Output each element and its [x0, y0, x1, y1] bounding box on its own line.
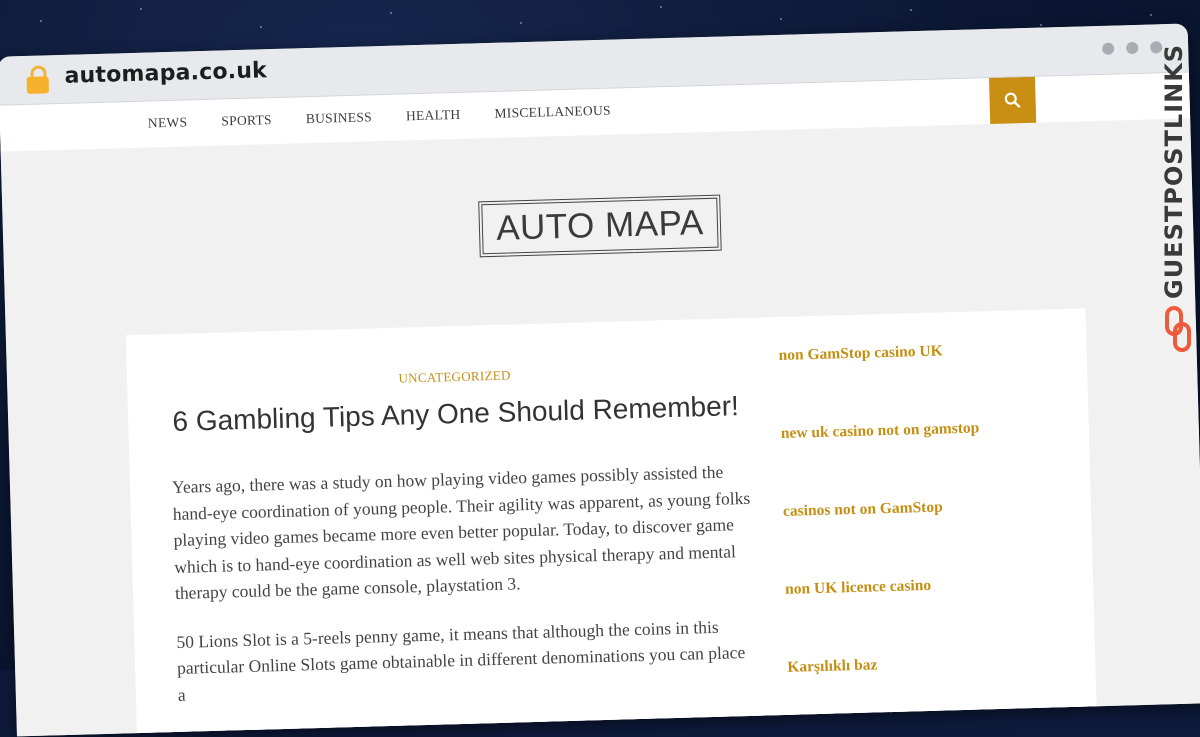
address-bar-url[interactable]: automapa.co.uk: [64, 58, 267, 89]
post-paragraph: Years ago, there was a study on how play…: [171, 461, 751, 603]
window-controls: [1102, 41, 1163, 55]
guestpostlinks-logo-icon: [1165, 306, 1191, 352]
nav-item-health[interactable]: HEALTH: [406, 107, 461, 125]
sidebar-links: non GamStop casino UK new uk casino not …: [778, 339, 1079, 737]
page-viewport: NEWS SPORTS BUSINESS HEALTH MISCELLANEOU…: [0, 71, 1200, 737]
post-title[interactable]: 6 Gambling Tips Any One Should Remember!: [128, 389, 784, 439]
sidebar-link[interactable]: non UK licence casino: [785, 573, 1077, 659]
search-button[interactable]: [988, 76, 1037, 125]
post-category[interactable]: UNCATEGORIZED: [127, 360, 782, 394]
window-dot-icon[interactable]: [1126, 41, 1139, 55]
screenshot-scene: automapa.co.uk NEWS SPORTS BUSINESS HEAL…: [0, 0, 1200, 737]
guestpostlinks-watermark: GUESTPOSTLINKS: [1160, 44, 1198, 355]
watermark-text: GUESTPOSTLINKS: [1160, 43, 1188, 299]
site-logo-text: AUTO MAPA: [495, 203, 705, 248]
site-logo[interactable]: AUTO MAPA: [478, 194, 722, 258]
browser-window: automapa.co.uk NEWS SPORTS BUSINESS HEAL…: [0, 23, 1200, 737]
nav-item-sports[interactable]: SPORTS: [221, 112, 272, 129]
window-dot-icon[interactable]: [1102, 42, 1115, 55]
search-icon: [1004, 92, 1021, 108]
lock-icon: [26, 65, 50, 94]
content-card: UNCATEGORIZED 6 Gambling Tips Any One Sh…: [125, 308, 1098, 737]
nav-item-news[interactable]: NEWS: [148, 114, 188, 131]
post-paragraph: 50 Lions Slot is a 5-reels penny game, i…: [176, 616, 746, 705]
nav-menu: NEWS SPORTS BUSINESS HEALTH MISCELLANEOU…: [148, 103, 611, 132]
sidebar-link[interactable]: new uk casino not on gamstop: [781, 417, 1073, 503]
sidebar-link[interactable]: Karşılıklı baz: [787, 651, 1079, 737]
nav-item-miscellaneous[interactable]: MISCELLANEOUS: [494, 103, 611, 122]
post-body: Years ago, there was a study on how play…: [172, 458, 759, 730]
sidebar-link[interactable]: non GamStop casino UK: [778, 339, 1070, 425]
sidebar-link[interactable]: casinos not on GamStop: [783, 495, 1075, 581]
nav-item-business[interactable]: BUSINESS: [306, 109, 373, 127]
